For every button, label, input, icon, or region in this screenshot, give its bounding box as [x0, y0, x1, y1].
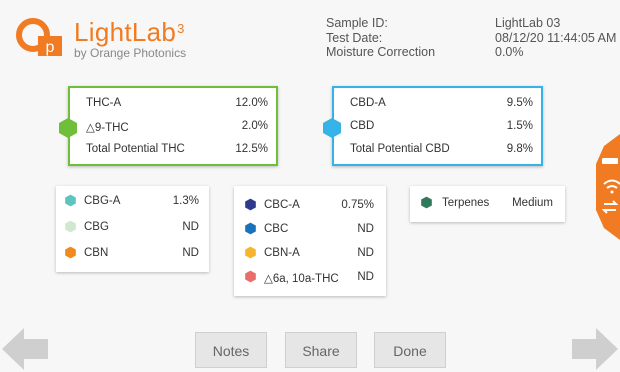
terpenes-value: Medium [512, 197, 553, 209]
hexagon-blue-icon [323, 118, 341, 138]
thc-card: THC-A 12.0% △9-THC 2.0% Total Potential … [68, 86, 278, 166]
d9-thc-value: 2.0% [241, 120, 268, 132]
svg-text:p: p [46, 39, 55, 56]
moisture-label: Moisture Correction [326, 45, 436, 59]
share-button[interactable]: Share [285, 332, 357, 368]
sample-id-value: LightLab 03 [495, 16, 561, 30]
cbn-a-value: ND [357, 247, 374, 259]
hexagon-yellow-icon [245, 246, 256, 259]
side-menu-icon[interactable] [596, 134, 620, 240]
hexagon-pale-green-icon [65, 220, 76, 233]
list-item: CBG ND [56, 220, 209, 241]
sample-info-values: LightLab 03 08/12/20 11:44:05 AM 0.0% [495, 16, 616, 60]
d6a-thc-label: △6a, 10a-THC [264, 273, 339, 285]
thc-row: △9-THC 2.0% [70, 120, 276, 140]
moisture-value: 0.0% [495, 45, 524, 59]
hexagon-blue-small-icon [245, 222, 256, 235]
logo-mark-icon: p [16, 18, 62, 56]
hexagon-orange-icon [65, 246, 76, 259]
list-item: CBC ND [234, 222, 386, 243]
cbc-a-label: CBC-A [264, 199, 300, 211]
d9-thc-label: △9-THC [86, 122, 129, 134]
list-item: Terpenes Medium [410, 196, 565, 217]
cbc-card: CBC-A 0.75% CBC ND CBN-A ND △6a, 10a-THC… [234, 186, 386, 296]
cbd-row: CBD-A 9.5% [334, 97, 541, 117]
hexagon-red-icon [245, 270, 256, 283]
hexagon-green-icon [59, 118, 77, 138]
list-item: △6a, 10a-THC ND [234, 270, 386, 291]
cbd-label: CBD [350, 120, 375, 132]
terpenes-label: Terpenes [442, 197, 490, 209]
cbd-a-value: 9.5% [506, 97, 533, 109]
notes-button[interactable]: Notes [195, 332, 267, 368]
sample-info-labels: Sample ID: Test Date: Moisture Correctio… [326, 16, 435, 60]
total-thc-label: Total Potential THC [86, 143, 185, 155]
list-item: CBN-A ND [234, 246, 386, 267]
done-button[interactable]: Done [374, 332, 446, 368]
cbn-value: ND [182, 247, 199, 259]
cbn-label: CBN [84, 247, 109, 259]
cbn-a-label: CBN-A [264, 247, 300, 259]
arrow-right-icon[interactable] [572, 326, 620, 372]
thc-a-value: 12.0% [235, 97, 268, 109]
test-date-value: 08/12/20 11:44:05 AM [495, 30, 617, 45]
cbg-label: CBG [84, 221, 109, 233]
cbg-a-value: 1.3% [172, 195, 199, 207]
list-item: CBG-A 1.3% [56, 194, 209, 215]
list-item: CBN ND [56, 246, 209, 267]
thc-row: THC-A 12.0% [70, 97, 276, 117]
brand-name: LightLab3 [74, 17, 185, 47]
d6a-thc-value: ND [357, 271, 374, 283]
arrow-left-icon[interactable] [0, 326, 48, 372]
thc-a-label: THC-A [86, 97, 122, 109]
cbc-label: CBC [264, 223, 289, 235]
hexagon-teal-icon [65, 194, 76, 207]
total-cbd-value: 9.8% [506, 143, 533, 155]
cbc-value: ND [357, 223, 374, 235]
hexagon-navy-icon [245, 198, 256, 211]
cbd-a-label: CBD-A [350, 97, 386, 109]
cbg-value: ND [182, 221, 199, 233]
thc-row: Total Potential THC 12.5% [70, 143, 276, 163]
hexagon-dark-green-icon [421, 196, 432, 209]
test-date-label: Test Date: [326, 30, 383, 45]
cbd-row: CBD 1.5% [334, 120, 541, 140]
total-cbd-label: Total Potential CBD [350, 143, 450, 155]
cbg-a-label: CBG-A [84, 195, 121, 207]
cbc-a-value: 0.75% [341, 199, 374, 211]
brand-logo: p LightLab3 by Orange Photonics [16, 16, 206, 60]
brand-subtitle: by Orange Photonics [74, 46, 187, 60]
cbd-card: CBD-A 9.5% CBD 1.5% Total Potential CBD … [332, 86, 543, 166]
terpenes-card: Terpenes Medium [410, 186, 565, 222]
cbd-value: 1.5% [506, 120, 533, 132]
total-thc-value: 12.5% [235, 143, 268, 155]
sample-id-label: Sample ID: [326, 16, 388, 30]
list-item: CBC-A 0.75% [234, 198, 386, 219]
cbg-card: CBG-A 1.3% CBG ND CBN ND [56, 186, 209, 272]
cbd-row: Total Potential CBD 9.8% [334, 143, 541, 163]
